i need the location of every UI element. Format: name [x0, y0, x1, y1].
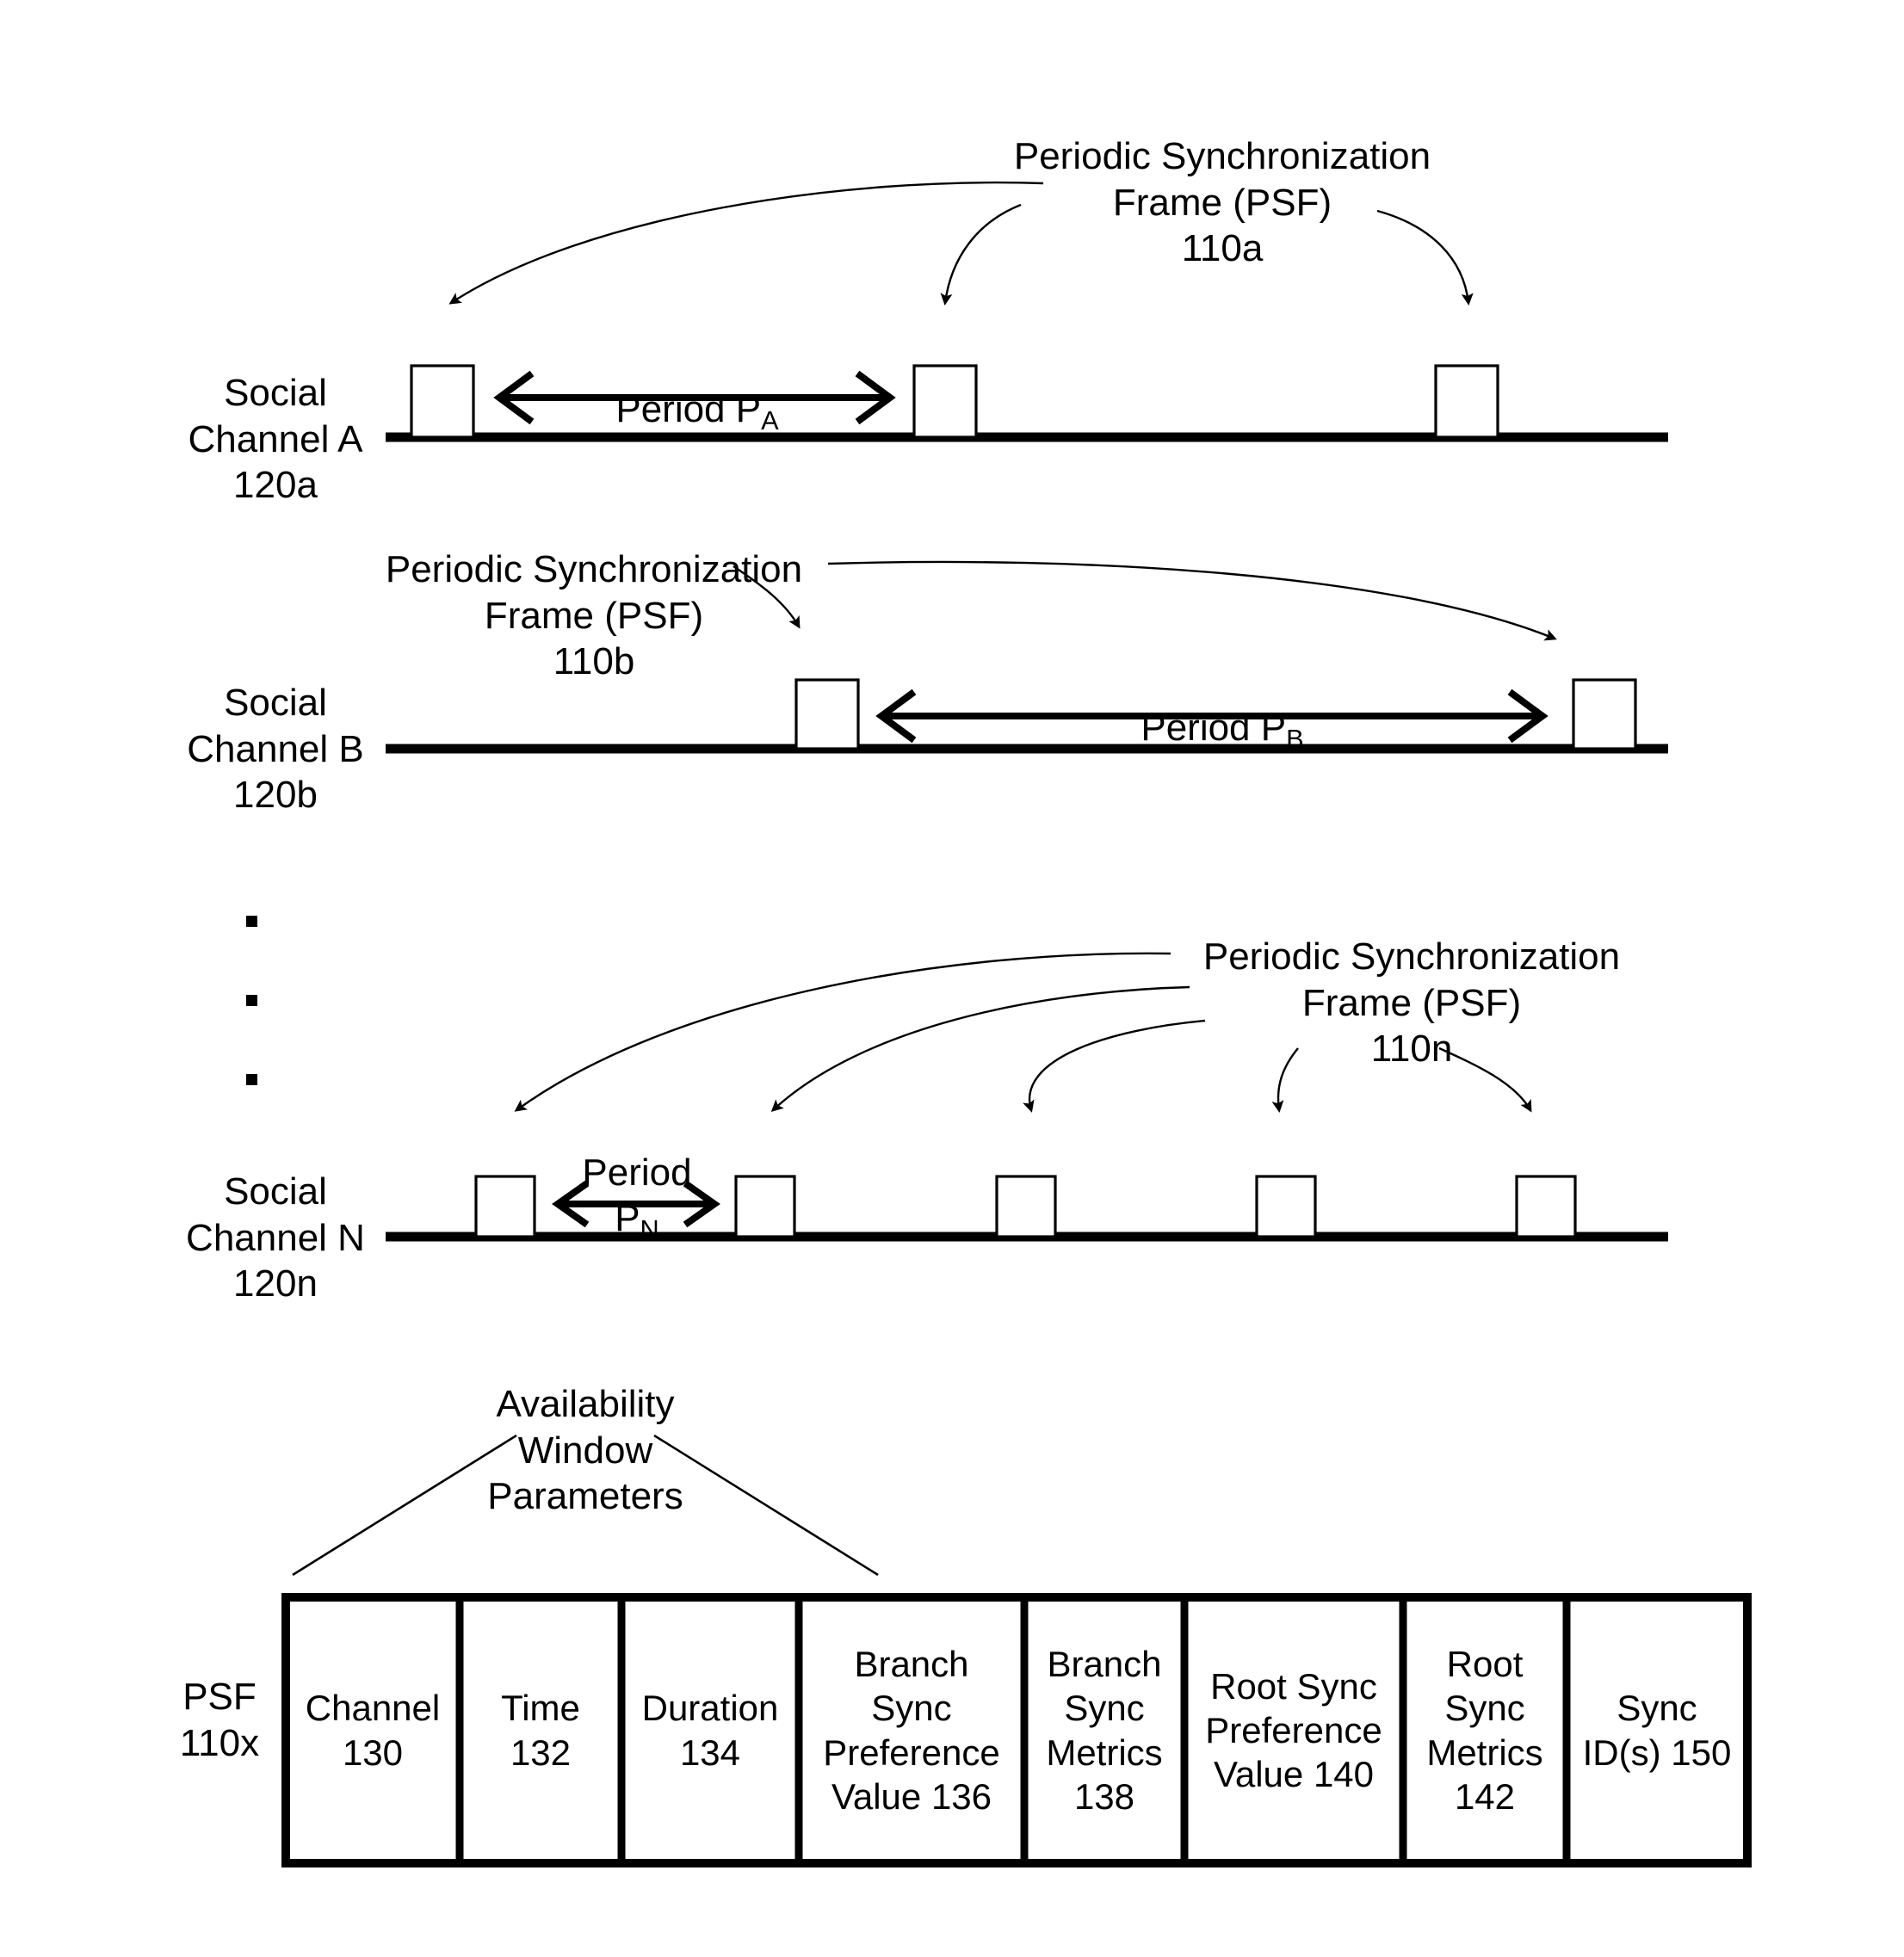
psf-field-root-sync-preference-value: Root Sync Preference Value 140	[1205, 1665, 1382, 1795]
channel-b-period-text: Period P	[1141, 706, 1287, 749]
psf-field-channel: Channel 130	[305, 1688, 441, 1773]
figure-canvas: Social Channel A 120a Periodic Synchroni…	[0, 0, 1904, 1957]
channel-n-period-subscript: N	[640, 1214, 659, 1245]
channel-b-label: Social Channel B 120b	[187, 682, 364, 817]
channel-n-pulse-3	[995, 1175, 1057, 1238]
channel-n-pulse-5	[1515, 1175, 1577, 1238]
channel-n-pulse-2	[734, 1175, 796, 1238]
channel-a-psf-callout: Periodic Synchronization Frame (PSF) 110…	[1013, 135, 1431, 270]
psf-field-time: Time 132	[501, 1688, 580, 1773]
channel-a-period-subscript: A	[761, 404, 779, 435]
channel-a-label: Social Channel A 120a	[188, 372, 363, 507]
psf-field-branch-sync-preference-value: Branch Sync Preference Value 136	[823, 1644, 1000, 1817]
psf-field-root-sync-metrics: Root Sync Metrics 142	[1426, 1644, 1543, 1817]
channel-a-period-label: Period PA	[542, 340, 852, 436]
channel-b-pulse-1	[794, 678, 860, 750]
channel-b-psf-callout: Periodic Synchronization Frame (PSF) 110…	[385, 548, 803, 683]
channel-a-pulse-1	[410, 364, 475, 439]
psf-field-sync-ids: Sync ID(s) 150	[1582, 1688, 1732, 1773]
channel-n-period-label: Period PN	[534, 1103, 740, 1246]
channel-a-pulse-2	[912, 364, 978, 439]
channel-n-pulse-4	[1255, 1175, 1317, 1238]
channel-a-period-text: Period P	[615, 387, 762, 430]
channel-n-psf-callout: Periodic Synchronization Frame (PSF) 110…	[1202, 935, 1621, 1071]
channel-n-pulse-1	[474, 1175, 536, 1238]
channel-n-label: Social Channel N 120n	[186, 1170, 365, 1306]
channel-b-psf-leaders	[733, 560, 1557, 641]
channel-b-pulse-2	[1572, 678, 1637, 750]
psf-field-duration: Duration 134	[641, 1688, 779, 1773]
availability-window-parameters-label: Availability Window Parameters	[487, 1383, 683, 1518]
channel-b-period-subscript: B	[1286, 723, 1304, 754]
psf-field-branch-sync-metrics: Branch Sync Metrics 138	[1046, 1644, 1163, 1817]
psf-row-label: PSF 110x	[179, 1676, 260, 1764]
channel-ellipsis	[246, 916, 257, 1085]
channel-a-pulse-3	[1434, 364, 1499, 439]
channel-b-period-label: Period PB	[1067, 658, 1377, 755]
channel-n-period-text: Period P	[582, 1151, 692, 1240]
